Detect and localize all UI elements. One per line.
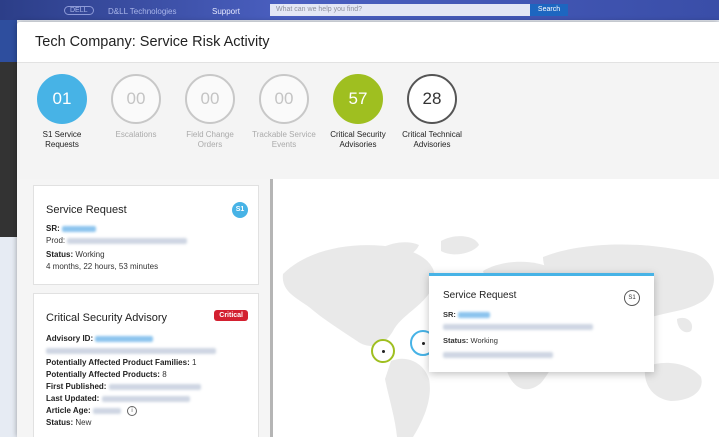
status-value: New	[75, 418, 92, 427]
status-label: Status:	[443, 336, 469, 345]
products-value: 8	[162, 370, 167, 379]
metric-label: Critical Technical	[402, 130, 462, 139]
security-advisory-card[interactable]: Critical Security Advisory Critical Advi…	[33, 293, 259, 437]
metric-critical-technical-advisories[interactable]: 28 Critical Technical Advisories	[392, 74, 472, 150]
redacted-first-published	[108, 383, 201, 390]
metric-escalations[interactable]: 00 Escalations	[96, 74, 176, 140]
prod-label: Prod:	[46, 236, 66, 245]
metric-label: Trackable Service	[252, 130, 316, 139]
metric-label: Advisories	[339, 140, 377, 149]
background-left-band	[0, 20, 17, 62]
status-label: Status:	[46, 250, 74, 259]
status-label: Status:	[46, 418, 74, 427]
status-value: Working	[470, 336, 498, 345]
article-age-label: Article Age:	[46, 406, 91, 416]
elapsed-time: 4 months, 22 hours, 53 minutes	[46, 262, 159, 271]
advisory-id-label: Advisory ID:	[46, 334, 94, 343]
service-request-card[interactable]: Service Request S1 SR: Prod: Status: Wor…	[33, 185, 259, 285]
redacted-duration	[443, 352, 553, 359]
metric-circle: 00	[185, 74, 235, 124]
metric-label: Events	[271, 140, 297, 149]
background-site-nav: DELL D&LL Technologies Support What can …	[0, 0, 719, 20]
redacted-advisory-id[interactable]	[95, 335, 154, 342]
tooltip-title: Service Request	[443, 290, 517, 301]
dell-logo: DELL	[64, 6, 94, 15]
s1-badge: S1	[624, 290, 640, 306]
redacted-article-age	[92, 408, 121, 414]
metric-label: Field Change	[186, 130, 234, 139]
first-published-label: First Published:	[46, 382, 107, 391]
s1-badge: S1	[232, 202, 248, 218]
metric-circle: 01	[37, 74, 87, 124]
map-tooltip[interactable]: Service Request S1 SR: Status: Working	[429, 273, 654, 372]
metric-label: S1 Service	[42, 130, 82, 139]
sr-label: SR:	[443, 310, 456, 319]
info-icon[interactable]: i	[127, 406, 138, 416]
metric-s1-service-requests[interactable]: 01 S1 Service Requests	[22, 74, 102, 150]
service-risk-modal: Tech Company: Service Risk Activity 01 S…	[17, 22, 719, 437]
card-title: Critical Security Advisory	[46, 312, 168, 324]
families-label: Potentially Affected Product Families:	[46, 358, 190, 367]
redacted-product	[443, 324, 593, 331]
metric-label: Requests	[45, 140, 79, 149]
site-search-input[interactable]: What can we help you find?	[270, 4, 532, 16]
families-value: 1	[191, 358, 197, 367]
status-value: Working	[75, 250, 105, 259]
redacted-last-updated	[101, 395, 190, 402]
redacted-sr-number[interactable]	[62, 225, 97, 232]
metric-label: Escalations	[115, 130, 157, 139]
security-advisory-map-marker[interactable]	[371, 339, 395, 363]
metric-circle: 28	[407, 74, 457, 124]
metric-circle: 00	[111, 74, 161, 124]
sr-label: SR:	[46, 224, 60, 233]
critical-badge: Critical	[214, 310, 248, 321]
card-title: Service Request	[46, 204, 127, 216]
metric-label: Orders	[197, 140, 223, 149]
brand-text: D&LL Technologies	[108, 7, 177, 16]
redacted-sr-number[interactable]	[458, 312, 491, 319]
metric-circle: 00	[259, 74, 309, 124]
modal-title: Tech Company: Service Risk Activity	[35, 34, 270, 50]
metric-trackable-service-events[interactable]: 00 Trackable Service Events	[244, 74, 324, 150]
support-menu[interactable]: Support	[212, 7, 240, 16]
metric-label: Advisories	[413, 140, 451, 149]
redacted-product	[67, 237, 188, 244]
site-search-button[interactable]: Search	[530, 4, 568, 16]
products-label: Potentially Affected Products:	[46, 370, 160, 379]
metric-circle: 57	[333, 74, 383, 124]
metric-critical-security-advisories[interactable]: 57 Critical Security Advisories	[318, 74, 398, 150]
metric-label: Critical Security	[330, 130, 386, 139]
redacted-advisory-title	[46, 347, 216, 354]
last-updated-label: Last Updated:	[46, 394, 100, 403]
metric-field-change-orders[interactable]: 00 Field Change Orders	[170, 74, 250, 150]
activity-list-panel: Service Request S1 SR: Prod: Status: Wor…	[17, 179, 270, 437]
